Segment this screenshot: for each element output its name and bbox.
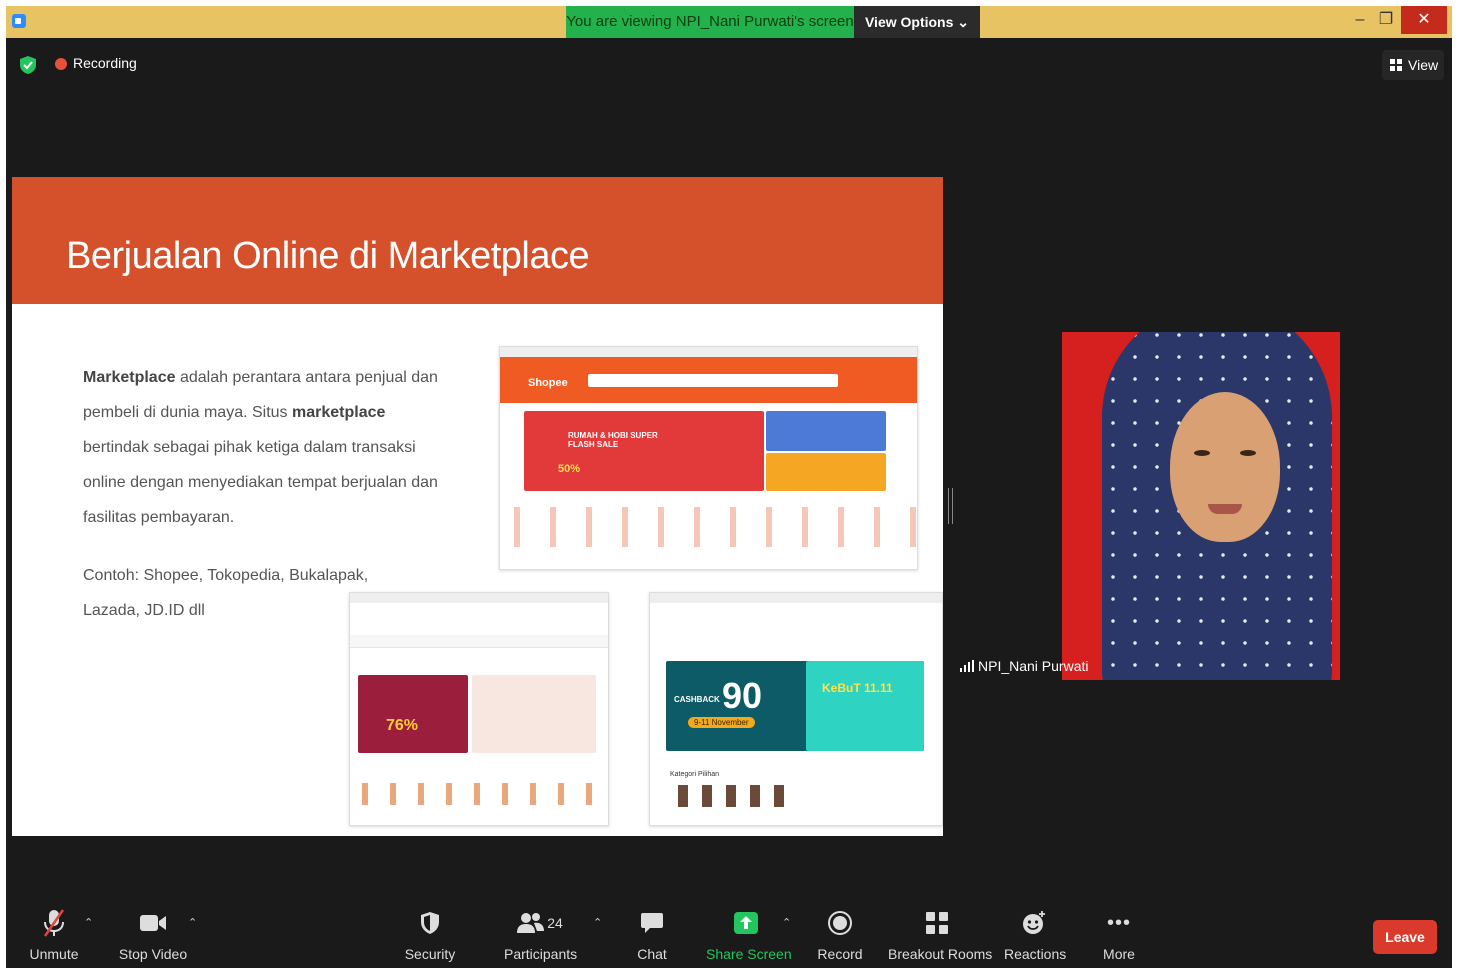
participant-video[interactable] xyxy=(1062,332,1340,680)
view-options-label: View Options xyxy=(864,14,954,30)
participants-count: 24 xyxy=(547,915,563,931)
muted-mic-icon xyxy=(43,909,65,937)
restore-button[interactable]: ❐ xyxy=(1372,6,1400,34)
shopee-side-banner-1 xyxy=(766,411,886,451)
tokopedia-screenshot: CASHBACK 90 9-11 November KeBuT 11.11 Ka… xyxy=(649,592,943,826)
shopee-screenshot: Shopee RUMAH & HOBI SUPER FLASH SALE 50% xyxy=(499,346,918,570)
chat-button[interactable]: Chat xyxy=(632,908,672,962)
more-label: More xyxy=(1103,946,1135,962)
encryption-shield-icon[interactable] xyxy=(20,56,36,74)
tokopedia-cashback-label: CASHBACK xyxy=(674,695,720,704)
shopee-flash-sale-banner: RUMAH & HOBI SUPER FLASH SALE 50% xyxy=(524,411,764,491)
video-options-caret-icon[interactable]: ⌃ xyxy=(188,916,197,929)
video-camera-icon xyxy=(140,915,166,931)
participant-face xyxy=(1170,392,1280,542)
browser-tabbar xyxy=(650,593,942,603)
participants-button[interactable]: 24 Participants xyxy=(504,908,578,962)
tokopedia-kebut-banner: KeBuT 11.11 xyxy=(806,661,924,751)
security-button[interactable]: Security xyxy=(402,908,458,962)
share-screen-label: Share Screen xyxy=(706,946,792,962)
slide-text-2: bertindak sebagai pihak ketiga dalam tra… xyxy=(83,439,438,526)
right-eye xyxy=(1240,450,1256,456)
reactions-button[interactable]: Reactions xyxy=(1004,908,1067,962)
stop-video-button[interactable]: Stop Video xyxy=(116,908,190,962)
signal-strength-icon xyxy=(960,660,974,672)
bukalapak-header xyxy=(350,635,608,648)
chevron-down-icon: ⌄ xyxy=(957,14,970,30)
recording-label[interactable]: Recording xyxy=(73,55,137,71)
bukalapak-screenshot: 76% xyxy=(349,592,609,826)
view-button[interactable]: View xyxy=(1382,50,1444,80)
shopee-logo: Shopee xyxy=(528,377,568,389)
shopee-header: Shopee xyxy=(500,357,917,403)
unmute-button[interactable]: Unmute xyxy=(26,908,82,962)
mouth xyxy=(1208,504,1242,514)
shopee-side-banner-2 xyxy=(766,453,886,491)
share-screen-arrow-icon xyxy=(734,912,758,934)
reactions-smiley-icon xyxy=(1023,911,1045,934)
slide-paragraph: Marketplace adalah perantara antara penj… xyxy=(83,360,443,535)
tokopedia-kebut: KeBuT 11.11 xyxy=(822,681,893,695)
breakout-rooms-button[interactable]: Breakout Rooms xyxy=(888,908,993,962)
slide-title: Berjualan Online di Marketplace xyxy=(66,235,590,277)
bukalapak-banner: 76% xyxy=(358,675,468,753)
left-eye xyxy=(1194,450,1210,456)
bukalapak-promo-banner xyxy=(472,675,596,753)
more-button[interactable]: ••• More xyxy=(1098,908,1140,963)
screen-share-banner: You are viewing NPI_Nani Purwati's scree… xyxy=(566,6,854,38)
tokopedia-cashback-banner: CASHBACK 90 9-11 November KeBuT 11.11 xyxy=(666,661,924,751)
view-options-button[interactable]: View Options ⌄ xyxy=(854,6,980,38)
breakout-rooms-label: Breakout Rooms xyxy=(888,946,993,962)
participants-options-caret-icon[interactable]: ⌃ xyxy=(593,916,602,929)
participant-name: NPI_Nani Purwati xyxy=(978,658,1089,674)
participants-label: Participants xyxy=(504,946,578,962)
shopee-banner-text: RUMAH & HOBI SUPER FLASH SALE xyxy=(568,431,658,449)
slide-header: Berjualan Online di Marketplace xyxy=(12,177,943,304)
reactions-label: Reactions xyxy=(1004,946,1067,962)
title-bar: You are viewing NPI_Nani Purwati's scree… xyxy=(6,6,1452,38)
record-icon xyxy=(828,911,852,935)
shopee-search-bar xyxy=(588,374,838,387)
tokopedia-section-title: Kategori Pilihan xyxy=(670,771,720,778)
share-options-caret-icon[interactable]: ⌃ xyxy=(782,916,791,929)
panel-resize-handle[interactable] xyxy=(948,488,953,524)
stop-video-label: Stop Video xyxy=(118,946,188,962)
recording-indicator-icon xyxy=(55,58,67,70)
security-label: Security xyxy=(404,946,456,962)
shared-screen-slide: Berjualan Online di Marketplace Marketpl… xyxy=(12,177,943,836)
chat-bubble-icon xyxy=(641,913,663,933)
minimize-button[interactable]: – xyxy=(1346,6,1374,34)
zoom-window: You are viewing NPI_Nani Purwati's scree… xyxy=(6,6,1452,968)
close-button[interactable]: ✕ xyxy=(1401,6,1447,34)
tokopedia-dates: 9-11 November xyxy=(688,717,755,728)
record-label: Record xyxy=(817,946,863,962)
zoom-app-icon xyxy=(12,14,26,28)
view-label: View xyxy=(1408,57,1439,73)
more-dots-icon: ••• xyxy=(1106,911,1131,934)
browser-tabbar xyxy=(350,593,608,603)
security-shield-icon xyxy=(421,912,439,934)
bukalapak-category-row xyxy=(350,783,608,805)
leave-button[interactable]: Leave xyxy=(1373,920,1437,954)
grid-view-icon xyxy=(1390,59,1402,71)
shopee-discount: 50% xyxy=(558,463,581,475)
tokopedia-cashback-value: 90 xyxy=(722,675,763,716)
participant-name-tag: NPI_Nani Purwati xyxy=(960,658,1089,674)
record-button[interactable]: Record xyxy=(816,908,864,962)
breakout-rooms-icon xyxy=(926,912,948,934)
shopee-category-row xyxy=(500,507,917,547)
bukalapak-discount: 76% xyxy=(386,717,419,734)
audio-options-caret-icon[interactable]: ⌃ xyxy=(84,916,93,929)
participants-icon xyxy=(517,913,545,933)
unmute-label: Unmute xyxy=(29,946,79,962)
tokopedia-category-row xyxy=(672,785,792,807)
browser-tabbar xyxy=(500,347,917,357)
chat-label: Chat xyxy=(637,946,667,962)
meeting-toolbar: Unmute ⌃ Stop Video ⌃ Security 24 Partic… xyxy=(6,898,1452,968)
slide-bold-marketplace-2: marketplace xyxy=(292,404,386,421)
slide-bold-marketplace: Marketplace xyxy=(83,369,176,386)
share-screen-button[interactable]: Share Screen xyxy=(706,908,792,962)
